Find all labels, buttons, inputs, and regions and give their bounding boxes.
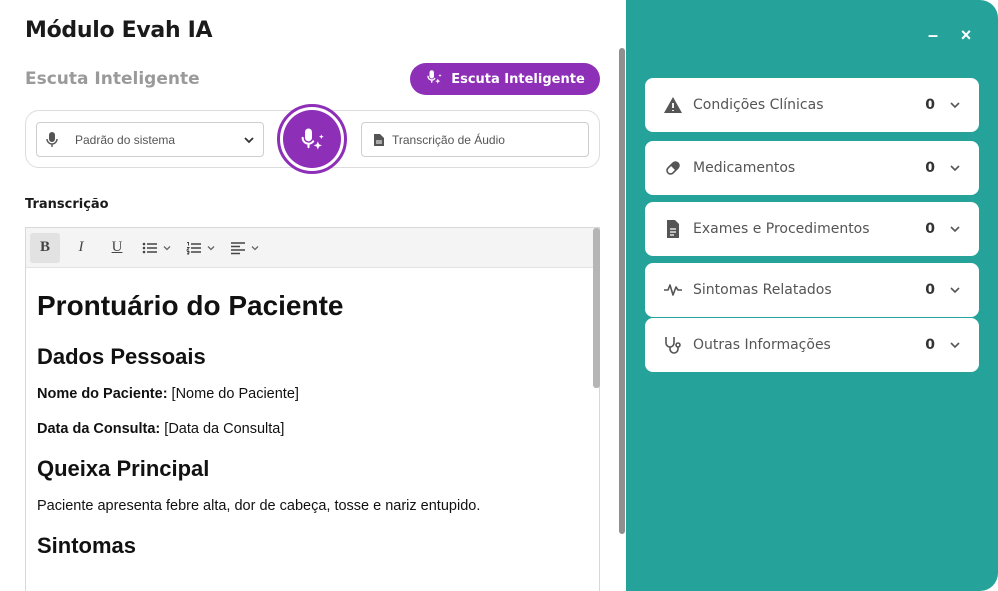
card-other-info[interactable]: Outras Informações 0: [645, 318, 979, 372]
card-medications[interactable]: Medicamentos 0: [645, 141, 979, 195]
consult-date-label: Data da Consulta:: [37, 421, 161, 437]
heading-personal-data: Dados Pessoais: [37, 344, 206, 369]
align-dropdown[interactable]: [226, 233, 264, 263]
pill-icon: [663, 158, 683, 178]
card-exams-procedures[interactable]: Exames e Procedimentos 0: [645, 202, 979, 256]
card-label: Exames e Procedimentos: [693, 221, 870, 237]
chevron-down-icon: [163, 245, 171, 250]
card-count: 0: [925, 97, 935, 113]
record-button[interactable]: [277, 104, 347, 174]
card-label: Sintomas Relatados: [693, 282, 832, 298]
smart-listening-button-label: Escuta Inteligente: [451, 71, 585, 87]
patient-name-value: [Nome do Paciente]: [167, 386, 299, 402]
pulse-icon: [663, 280, 683, 300]
smart-listening-button[interactable]: Escuta Inteligente: [410, 63, 600, 95]
align-left-icon: [231, 241, 245, 254]
chevron-down-icon: [950, 287, 960, 294]
subtitle: Escuta Inteligente: [25, 69, 200, 89]
complaint-text: Paciente apresenta febre alta, dor de ca…: [37, 498, 481, 514]
card-count: 0: [925, 337, 935, 353]
audio-transcript-label: Transcrição de Áudio: [392, 132, 505, 147]
chevron-down-icon: [251, 245, 259, 250]
chevron-down-icon: [950, 342, 960, 349]
chevron-down-icon: [244, 136, 254, 143]
chevron-down-icon: [950, 165, 960, 172]
card-count: 0: [925, 282, 935, 298]
document-title: Prontuário do Paciente: [37, 290, 344, 321]
chevron-down-icon: [950, 226, 960, 233]
consult-date-value: [Data da Consulta]: [160, 421, 285, 437]
bold-button[interactable]: B: [30, 232, 60, 263]
summary-panel: – × Condições Clínicas 0 Medicamentos 0 …: [626, 0, 998, 591]
editor-scrollbar[interactable]: [593, 228, 600, 388]
audio-input-select[interactable]: Padrão do sistema: [36, 122, 264, 157]
app-title: Módulo Evah IA: [25, 18, 213, 43]
warning-icon: [663, 95, 683, 115]
transcription-label: Transcrição: [25, 197, 109, 212]
bullet-list-icon: [142, 242, 157, 253]
panel-scrollbar[interactable]: [619, 48, 625, 534]
card-count: 0: [925, 160, 935, 176]
mic-sparkle-icon: [425, 68, 443, 90]
consult-date-line: Data da Consulta: [Data da Consulta]: [37, 421, 588, 437]
rich-text-editor[interactable]: B I U Prontuário do Paciente Dados Pesso…: [25, 227, 600, 591]
main-panel: Módulo Evah IA Escuta Inteligente Escuta…: [0, 0, 626, 591]
chevron-down-icon: [950, 102, 960, 109]
card-label: Medicamentos: [693, 160, 796, 176]
audio-input-value: Padrão do sistema: [75, 132, 176, 147]
italic-button[interactable]: I: [66, 233, 96, 263]
card-count: 0: [925, 221, 935, 237]
heading-symptoms: Sintomas: [37, 533, 137, 558]
mic-sparkle-icon: [301, 128, 324, 150]
chevron-down-icon: [207, 245, 215, 250]
minimize-button[interactable]: –: [922, 24, 944, 46]
numbered-list-icon: [186, 241, 201, 254]
card-reported-symptoms[interactable]: Sintomas Relatados 0: [645, 263, 979, 317]
microphone-icon: [46, 131, 58, 147]
patient-name-line: Nome do Paciente: [Nome do Paciente]: [37, 386, 588, 402]
close-button[interactable]: ×: [955, 24, 977, 46]
document-icon: [663, 219, 683, 239]
file-icon: [374, 133, 384, 146]
document-content[interactable]: Prontuário do Paciente Dados Pessoais No…: [26, 268, 599, 591]
heading-main-complaint: Queixa Principal: [37, 456, 210, 481]
card-label: Condições Clínicas: [693, 97, 824, 113]
bullet-list-dropdown[interactable]: [138, 233, 176, 263]
underline-button[interactable]: U: [102, 233, 132, 263]
stethoscope-icon: [663, 335, 683, 355]
patient-name-label: Nome do Paciente:: [37, 386, 168, 402]
card-label: Outras Informações: [693, 337, 831, 353]
card-clinical-conditions[interactable]: Condições Clínicas 0: [645, 78, 979, 132]
editor-toolbar: B I U: [26, 228, 599, 268]
numbered-list-dropdown[interactable]: [182, 233, 220, 263]
audio-transcript-field[interactable]: Transcrição de Áudio: [361, 122, 589, 157]
